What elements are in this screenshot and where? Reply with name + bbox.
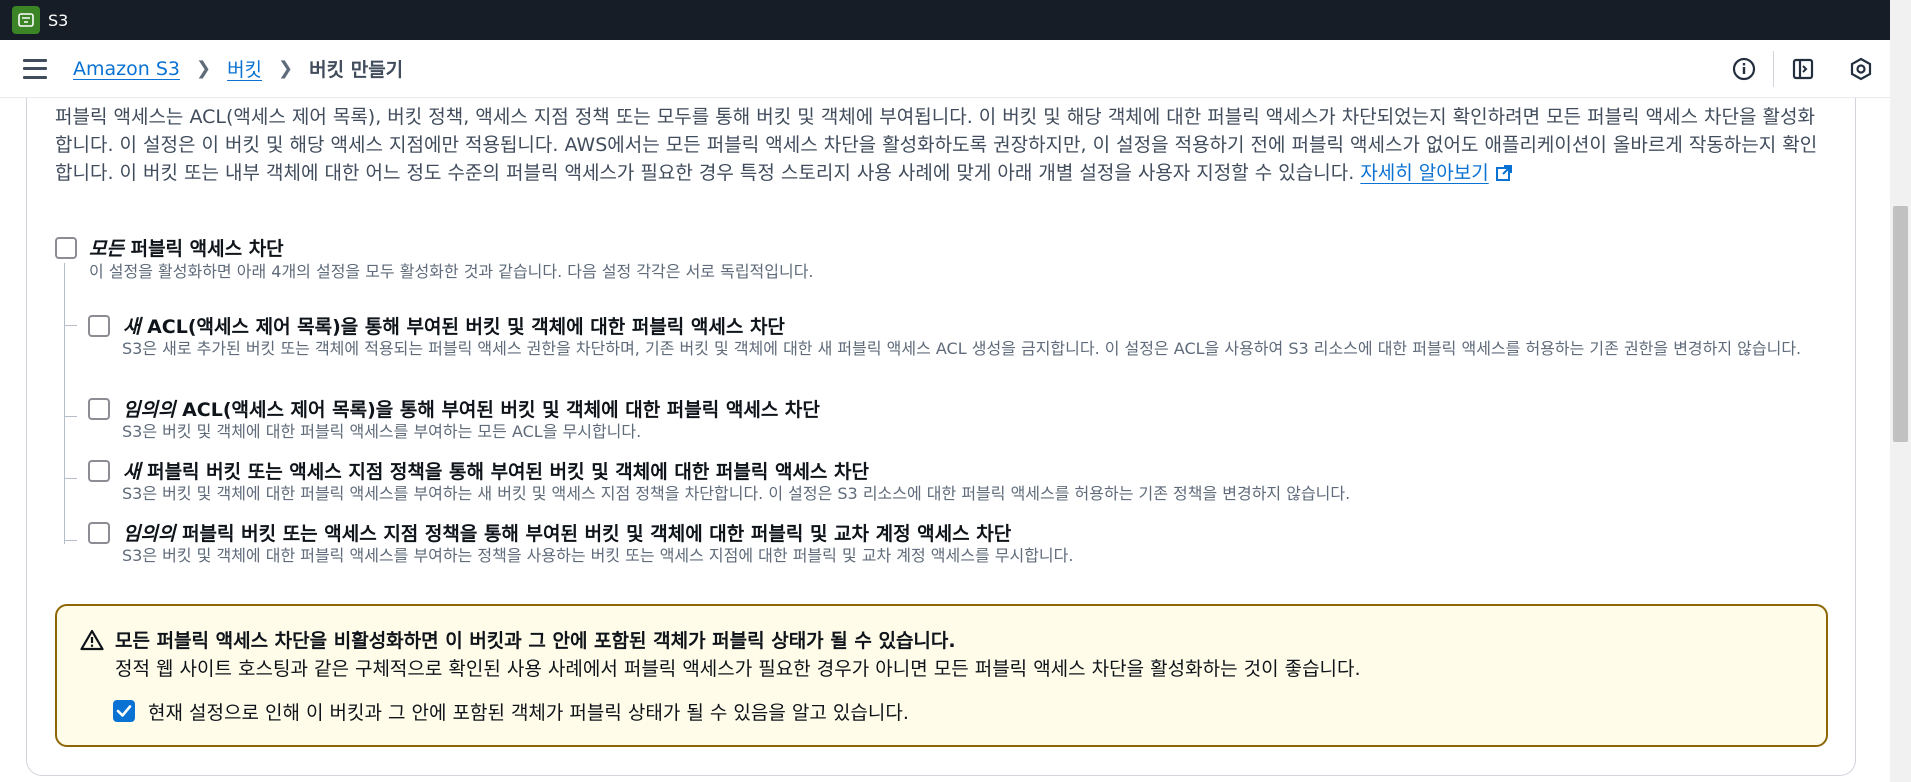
option-new-policy-title: 새 퍼블릭 버킷 또는 액세스 지점 정책을 통해 부여된 버킷 및 객체에 대… xyxy=(123,461,869,483)
learn-more-link[interactable]: 자세히 알아보기 xyxy=(1360,162,1512,184)
tree-branch xyxy=(64,478,77,479)
breadcrumb-bar: Amazon S3 ❯ 버킷 ❯ 버킷 만들기 xyxy=(0,40,1890,98)
external-link-icon xyxy=(1495,162,1513,190)
top-bar: S3 xyxy=(0,0,1890,40)
tree-branch xyxy=(64,540,77,541)
option-new-acl-title: 새 ACL(액세스 제어 목록)을 통해 부여된 버킷 및 객체에 대한 퍼블릭… xyxy=(123,316,785,338)
option-any-policy-description: S3은 버킷 및 객체에 대한 퍼블릭 액세스를 부여하는 정책을 사용하는 버… xyxy=(122,546,1074,565)
scrollbar-thumb[interactable] xyxy=(1893,206,1908,442)
block-all-checkbox[interactable] xyxy=(55,237,77,259)
option-any-policy-checkbox[interactable] xyxy=(88,522,110,544)
chevron-right-icon: ❯ xyxy=(195,58,212,79)
block-all-title: 모든 퍼블릭 액세스 차단 xyxy=(89,238,284,260)
warning-body: 정적 웹 사이트 호스팅과 같은 구체적으로 확인된 사용 사례에서 퍼블릭 액… xyxy=(115,658,1361,680)
tree-line xyxy=(64,263,65,544)
info-icon[interactable] xyxy=(1730,55,1758,83)
chevron-right-icon: ❯ xyxy=(278,58,294,79)
block-all-description: 이 설정을 활성화하면 아래 4개의 설정을 모두 활성화한 것과 같습니다. … xyxy=(89,262,814,281)
panel-icon[interactable] xyxy=(1789,55,1817,83)
tree-branch xyxy=(64,325,77,326)
acknowledge-checkbox[interactable] xyxy=(113,700,135,722)
warning-title: 모든 퍼블릭 액세스 차단을 비활성화하면 이 버킷과 그 안에 포함된 객체가… xyxy=(115,630,956,652)
breadcrumb-amazon-s3[interactable]: Amazon S3 xyxy=(73,58,180,80)
menu-icon[interactable] xyxy=(23,58,47,79)
option-new-acl-description: S3은 새로 추가된 버킷 또는 객체에 적용되는 퍼블릭 액세스 권한을 차단… xyxy=(122,339,1802,358)
option-new-policy-description: S3은 버킷 및 객체에 대한 퍼블릭 액세스를 부여하는 새 버킷 및 액세스… xyxy=(122,484,1351,503)
breadcrumb-buckets[interactable]: 버킷 xyxy=(227,55,262,82)
intro-text: 퍼블릭 액세스는 ACL(액세스 제어 목록), 버킷 정책, 액세스 지점 정… xyxy=(55,103,1830,190)
breadcrumb: Amazon S3 ❯ 버킷 ❯ 버킷 만들기 xyxy=(73,55,403,82)
divider xyxy=(1773,51,1774,87)
option-any-acl-description: S3은 버킷 및 객체에 대한 퍼블릭 액세스를 부여하는 모든 ACL을 무시… xyxy=(122,422,642,441)
breadcrumb-current: 버킷 만들기 xyxy=(309,59,404,81)
settings-hex-icon[interactable] xyxy=(1847,55,1875,83)
public-access-warning: 모든 퍼블릭 액세스 차단을 비활성화하면 이 버킷과 그 안에 포함된 객체가… xyxy=(55,604,1828,747)
acknowledge-label[interactable]: 현재 설정으로 인해 이 버킷과 그 안에 포함된 객체가 퍼블릭 상태가 될 … xyxy=(148,698,909,725)
service-name[interactable]: S3 xyxy=(48,11,68,30)
option-any-acl-checkbox[interactable] xyxy=(88,398,110,420)
checkmark-icon xyxy=(116,705,132,717)
bucket-icon[interactable] xyxy=(12,6,40,34)
option-new-policy-checkbox[interactable] xyxy=(88,460,110,482)
warning-triangle-icon xyxy=(80,629,104,655)
option-any-policy-title: 임의의 퍼블릭 버킷 또는 액세스 지점 정책을 통해 부여된 버킷 및 객체에… xyxy=(123,523,1012,545)
option-new-acl-checkbox[interactable] xyxy=(88,315,110,337)
tree-branch xyxy=(64,416,77,417)
option-any-acl-title: 임의의 ACL(액세스 제어 목록)을 통해 부여된 버킷 및 객체에 대한 퍼… xyxy=(123,399,820,421)
